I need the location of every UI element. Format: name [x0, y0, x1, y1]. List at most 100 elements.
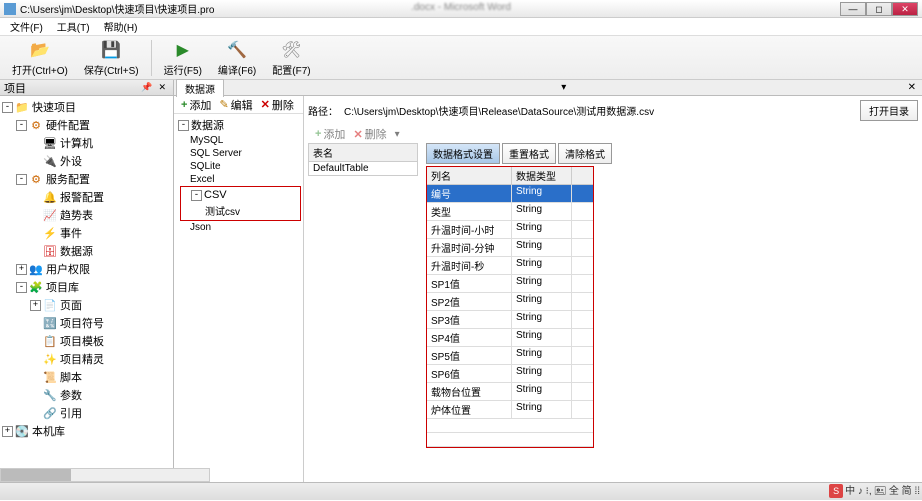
schema-row[interactable]: 升温时间-秒String: [427, 257, 593, 275]
cell-type[interactable]: String: [512, 203, 572, 220]
table-list-item[interactable]: DefaultTable: [308, 162, 418, 176]
open-button[interactable]: 📂 打开(Ctrl+O): [6, 37, 74, 79]
tree-param[interactable]: 🔧参数: [2, 386, 171, 404]
schema-row[interactable]: SP2值String: [427, 293, 593, 311]
tree-page[interactable]: +📄页面: [2, 296, 171, 314]
ime-icon[interactable]: S: [829, 484, 843, 498]
cell-type[interactable]: String: [512, 275, 572, 292]
tree-ref[interactable]: 🔗引用: [2, 404, 171, 422]
table-add-button[interactable]: +添加: [312, 125, 348, 143]
ds-edit-button[interactable]: ✎编辑: [216, 96, 255, 114]
cell-name[interactable]: SP4值: [427, 329, 512, 346]
cell-name[interactable]: 类型: [427, 203, 512, 220]
schema-row[interactable]: 炉体位置String: [427, 401, 593, 419]
minimize-button[interactable]: —: [840, 2, 866, 16]
ds-csv[interactable]: -CSV: [177, 188, 300, 202]
save-button[interactable]: 💾 保存(Ctrl+S): [78, 37, 145, 79]
tree-wizard[interactable]: ✨项目精灵: [2, 350, 171, 368]
format-tab-button[interactable]: 数据格式设置: [426, 143, 500, 164]
clear-format-button[interactable]: 清除格式: [558, 143, 612, 164]
cell-type[interactable]: String: [512, 293, 572, 310]
table-delete-button[interactable]: ✕删除: [350, 125, 389, 143]
cell-name[interactable]: SP1值: [427, 275, 512, 292]
tab-datasource[interactable]: 数据源: [176, 79, 224, 97]
ds-sqlite[interactable]: SQLite: [176, 160, 301, 173]
tree-peripheral[interactable]: 🔌外设: [2, 152, 171, 170]
ds-root[interactable]: -数据源: [176, 116, 301, 134]
cell-type[interactable]: String: [512, 347, 572, 364]
cell-name[interactable]: 炉体位置: [427, 401, 512, 418]
tree-local-lib[interactable]: +💽本机库: [2, 422, 171, 440]
cell-name[interactable]: SP2值: [427, 293, 512, 310]
tree-hw-config[interactable]: -⚙硬件配置: [2, 116, 171, 134]
ds-json[interactable]: Json: [176, 221, 301, 234]
empty-row[interactable]: [427, 419, 593, 433]
tray-status[interactable]: 中 ♪ ⁝, 🖭 全 简 ⁞⁞: [845, 482, 920, 501]
reset-format-button[interactable]: 重置格式: [502, 143, 556, 164]
tree-template[interactable]: 📋项目模板: [2, 332, 171, 350]
maximize-button[interactable]: ◻: [866, 2, 892, 16]
schema-row[interactable]: 载物台位置String: [427, 383, 593, 401]
ds-csv-item[interactable]: 测试csv: [177, 202, 300, 219]
schema-row[interactable]: 类型String: [427, 203, 593, 221]
cell-type[interactable]: String: [512, 365, 572, 382]
schema-row[interactable]: 升温时间-小时String: [427, 221, 593, 239]
col-header-type[interactable]: 数据类型: [512, 167, 572, 184]
cell-type[interactable]: String: [512, 401, 572, 418]
tree-svc-config[interactable]: -⚙服务配置: [2, 170, 171, 188]
schema-row[interactable]: SP3值String: [427, 311, 593, 329]
schema-row[interactable]: SP1值String: [427, 275, 593, 293]
tree-datasource[interactable]: 🗄数据源: [2, 242, 171, 260]
open-dir-button[interactable]: 打开目录: [860, 100, 918, 121]
schema-row[interactable]: 升温时间-分钟String: [427, 239, 593, 257]
tree-project-lib[interactable]: -🧩项目库: [2, 278, 171, 296]
tree-root[interactable]: -📁快速项目: [2, 98, 171, 116]
cell-name[interactable]: 编号: [427, 185, 512, 202]
cell-type[interactable]: String: [512, 185, 572, 202]
tree-trend[interactable]: 📈趋势表: [2, 206, 171, 224]
cell-name[interactable]: 升温时间-分钟: [427, 239, 512, 256]
cell-type[interactable]: String: [512, 221, 572, 238]
tree-symbol[interactable]: 🔣项目符号: [2, 314, 171, 332]
menu-help[interactable]: 帮助(H): [98, 18, 144, 35]
cell-type[interactable]: String: [512, 239, 572, 256]
menu-file[interactable]: 文件(F): [4, 18, 49, 35]
close-button[interactable]: ✕: [892, 2, 918, 16]
horizontal-scrollbar[interactable]: [0, 468, 210, 482]
compile-button[interactable]: 🔨 编译(F6): [212, 37, 262, 79]
tree-user-perm[interactable]: +👥用户权限: [2, 260, 171, 278]
ds-sqlserver[interactable]: SQL Server: [176, 147, 301, 160]
cell-type[interactable]: String: [512, 257, 572, 274]
schema-row[interactable]: SP5值String: [427, 347, 593, 365]
empty-row[interactable]: [427, 433, 593, 447]
cell-type[interactable]: String: [512, 329, 572, 346]
ds-mysql[interactable]: MySQL: [176, 134, 301, 147]
menu-tool[interactable]: 工具(T): [51, 18, 96, 35]
tree-event[interactable]: ⚡事件: [2, 224, 171, 242]
cell-name[interactable]: 载物台位置: [427, 383, 512, 400]
cell-name[interactable]: 升温时间-秒: [427, 257, 512, 274]
ds-excel[interactable]: Excel: [176, 173, 301, 186]
tree-alarm[interactable]: 🔔报警配置: [2, 188, 171, 206]
cell-type[interactable]: String: [512, 311, 572, 328]
schema-row[interactable]: SP6值String: [427, 365, 593, 383]
run-button[interactable]: ▶ 运行(F5): [158, 37, 208, 79]
cell-name[interactable]: SP5值: [427, 347, 512, 364]
cell-type[interactable]: String: [512, 383, 572, 400]
table-dropdown-button[interactable]: ▾: [392, 128, 403, 141]
pin-icon[interactable]: 📌: [138, 82, 155, 93]
ds-add-button[interactable]: +添加: [178, 96, 214, 114]
scrollbar-thumb[interactable]: [1, 469, 71, 481]
schema-row[interactable]: SP4值String: [427, 329, 593, 347]
tree-computer[interactable]: 🖥计算机: [2, 134, 171, 152]
tree-script[interactable]: 📜脚本: [2, 368, 171, 386]
cell-name[interactable]: SP6值: [427, 365, 512, 382]
tab-close-icon[interactable]: ✕: [904, 82, 920, 93]
tab-dropdown-icon[interactable]: ▾: [557, 82, 570, 93]
panel-close-icon[interactable]: ✕: [155, 82, 169, 93]
config-button[interactable]: 🛠 配置(F7): [266, 37, 316, 79]
cell-name[interactable]: 升温时间-小时: [427, 221, 512, 238]
cell-name[interactable]: SP3值: [427, 311, 512, 328]
col-header-name[interactable]: 列名: [427, 167, 512, 184]
schema-row[interactable]: 编号String: [427, 185, 593, 203]
